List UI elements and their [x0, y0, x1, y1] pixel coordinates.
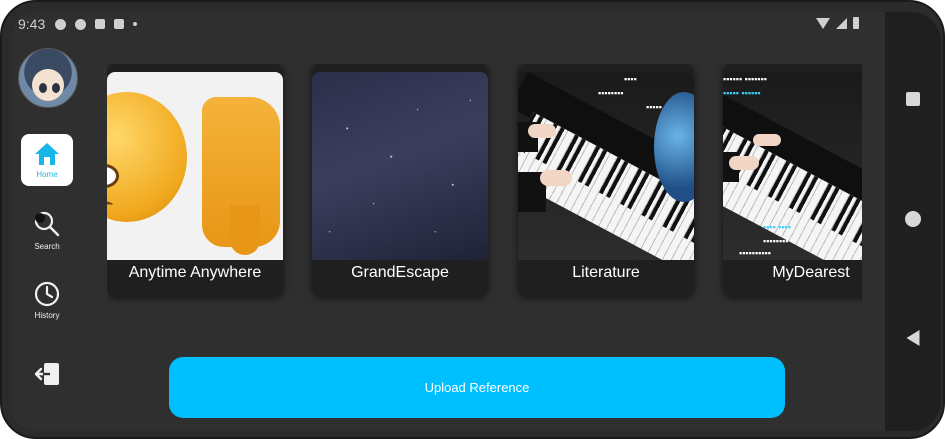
upload-reference-button[interactable]: Upload Reference — [169, 357, 785, 418]
song-title: Anytime Anywhere — [128, 264, 262, 281]
more-notifications-icon — [133, 22, 138, 26]
back-nav-icon[interactable] — [906, 330, 920, 346]
notification-status-icon — [95, 19, 106, 29]
song-card[interactable]: ▪▪▪▪▪▪ ▪▪▪▪▪▪▪ ▪▪▪▪▪ ▪▪▪▪▪▪ ▪▪▪▪ ▪▪▪▪ ▪▪… — [723, 64, 862, 298]
sidebar-item-label: Search — [34, 242, 60, 251]
sim-status-icon — [114, 19, 125, 29]
song-card[interactable]: ▪▪▪▪ ▪▪▪▪▪▪▪▪ ▪▪▪▪▪ Literature — [518, 64, 694, 298]
sidebar-item-history[interactable]: History — [21, 274, 73, 326]
song-card-carousel[interactable]: Anytime Anywhere GrandEscape ▪▪▪▪ ▪▪▪▪▪▪… — [107, 64, 862, 304]
sidebar-item-home[interactable]: Home — [21, 134, 73, 186]
system-nav-bar — [885, 12, 941, 431]
sidebar-item-search[interactable]: Search — [21, 204, 73, 256]
song-title: Literature — [572, 264, 640, 281]
song-title: MyDearest — [772, 264, 850, 281]
settings-status-icon — [55, 18, 67, 30]
sidebar-item-label: Home — [36, 170, 58, 179]
signal-icon — [836, 17, 847, 29]
song-thumbnail: ▪▪▪▪▪▪ ▪▪▪▪▪▪▪ ▪▪▪▪▪ ▪▪▪▪▪▪ ▪▪▪▪ ▪▪▪▪ ▪▪… — [723, 72, 862, 260]
search-icon — [34, 211, 60, 237]
app-screen: 9:43 Home Search History Anytime Anywher… — [12, 12, 889, 431]
thumbs-down-emoji-icon — [202, 97, 280, 255]
song-card[interactable]: Anytime Anywhere — [107, 64, 283, 298]
logout-button[interactable] — [21, 348, 73, 400]
home-icon — [35, 143, 59, 165]
song-card[interactable]: GrandEscape — [312, 64, 488, 298]
sad-face-emoji-icon — [107, 92, 187, 222]
song-thumbnail: ▪▪▪▪ ▪▪▪▪▪▪▪▪ ▪▪▪▪▪ — [518, 72, 694, 260]
song-thumbnail — [312, 72, 488, 260]
user-avatar[interactable] — [18, 48, 78, 108]
song-title: GrandEscape — [351, 264, 449, 281]
phone-frame: 9:43 Home Search History Anytime Anywher… — [0, 0, 945, 439]
status-time: 9:43 — [18, 16, 46, 32]
wifi-icon — [816, 17, 830, 29]
clock-icon — [34, 281, 60, 307]
avatar-eye — [52, 83, 60, 93]
app-status-icon — [75, 18, 87, 30]
logout-icon — [34, 363, 59, 385]
avatar-eye — [39, 83, 47, 93]
recent-apps-icon[interactable] — [906, 92, 920, 106]
sidebar-item-label: History — [34, 311, 60, 320]
battery-icon — [853, 17, 859, 29]
home-nav-icon[interactable] — [905, 211, 921, 227]
song-thumbnail — [107, 72, 283, 260]
status-bar: 9:43 — [12, 12, 889, 36]
